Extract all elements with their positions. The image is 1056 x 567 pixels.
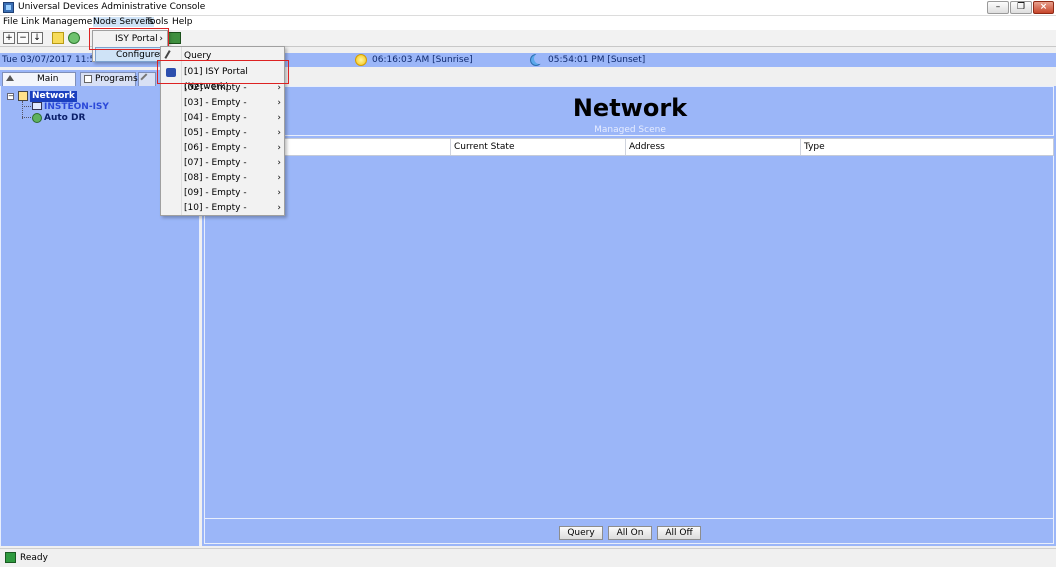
chevron-right-icon: › <box>277 173 281 183</box>
scene-header: Network Managed Scene <box>204 86 1054 136</box>
tab-programs[interactable]: Programs <box>80 72 138 86</box>
submenu-item-slot-10[interactable]: [10] - Empty - › <box>161 201 284 216</box>
house-icon <box>18 91 28 101</box>
menu-item-label: [10] - Empty - <box>184 203 247 213</box>
tree-line <box>22 106 31 107</box>
sunset-time: 05:54:01 PM [Sunset] <box>548 55 646 65</box>
close-button[interactable]: × <box>1033 1 1054 14</box>
table-header: Current State Address Type <box>204 138 1054 156</box>
sunrise-time: 06:16:03 AM [Sunrise] <box>372 55 473 65</box>
main-panel: Network Managed Scene Current State Addr… <box>202 86 1056 546</box>
collapse-icon[interactable]: − <box>17 32 29 44</box>
moon-icon <box>530 53 545 66</box>
tab-main-label: Main <box>37 74 59 84</box>
controller-icon <box>32 102 42 110</box>
chevron-right-icon: › <box>277 128 281 138</box>
page-title: Network <box>572 94 688 122</box>
home-icon <box>6 75 14 81</box>
app-icon <box>3 2 14 13</box>
menu-item-label: [09] - Empty - <box>184 188 247 198</box>
wrench-icon <box>140 73 152 85</box>
refresh-icon[interactable] <box>68 32 80 44</box>
expand-icon[interactable]: + <box>3 32 15 44</box>
menu-item-label: [04] - Empty - <box>184 113 247 123</box>
current-datetime: Tue 03/07/2017 11:57:2 <box>2 55 92 65</box>
all-on-button[interactable]: All On <box>608 526 652 540</box>
menu-file[interactable]: File <box>3 17 18 27</box>
submenu-item-slot-09[interactable]: [09] - Empty - › <box>161 186 284 201</box>
submenu-item-slot-03[interactable]: [03] - Empty - › <box>161 96 284 111</box>
tree-expander[interactable]: − <box>7 93 14 100</box>
table-body <box>204 156 1054 518</box>
chevron-right-icon: › <box>277 158 281 168</box>
chevron-right-icon: › <box>277 203 281 213</box>
menu-link-management[interactable]: Link Management <box>21 17 102 27</box>
chevron-right-icon: › <box>277 98 281 108</box>
device-icon[interactable] <box>167 32 181 44</box>
tree-line <box>22 117 31 118</box>
maximize-button[interactable]: ❐ <box>1010 1 1032 14</box>
tree-item-network[interactable]: Network <box>30 91 77 102</box>
query-button[interactable]: Query <box>559 526 603 540</box>
chevron-right-icon: › <box>277 188 281 198</box>
action-footer: Query All On All Off <box>204 518 1054 544</box>
status-text: Ready <box>20 553 48 563</box>
sun-icon <box>355 54 367 66</box>
all-off-button[interactable]: All Off <box>657 526 701 540</box>
submenu-item-slot-04[interactable]: [04] - Empty - › <box>161 111 284 126</box>
submenu-item-slot-06[interactable]: [06] - Empty - › <box>161 141 284 156</box>
tab-main[interactable]: Main <box>2 72 76 86</box>
menu-item-label: [06] - Empty - <box>184 143 247 153</box>
title-bar: Universal Devices Administrative Console… <box>0 0 1056 16</box>
column-type[interactable]: Type <box>800 139 1053 155</box>
menu-item-label: [03] - Empty - <box>184 98 247 108</box>
page-subtitle: Managed Scene <box>594 125 666 135</box>
menu-item-label: [07] - Empty - <box>184 158 247 168</box>
menu-item-label: Configure <box>116 50 160 60</box>
chevron-right-icon: › <box>277 143 281 153</box>
menu-node-servers[interactable]: Node Servers <box>93 17 154 27</box>
tab-programs-label: Programs <box>95 74 138 84</box>
highlight-box-isy-portal-network <box>157 60 289 84</box>
submenu-item-slot-05[interactable]: [05] - Empty - › <box>161 126 284 141</box>
programs-icon <box>84 75 92 83</box>
column-address[interactable]: Address <box>625 139 800 155</box>
auto-dr-icon <box>32 113 42 123</box>
column-current-state[interactable]: Current State <box>450 139 625 155</box>
minimize-button[interactable]: – <box>987 1 1009 14</box>
status-icon <box>5 552 16 563</box>
chevron-right-icon: › <box>277 113 281 123</box>
menu-item-label: [08] - Empty - <box>184 173 247 183</box>
menu-item-label: [05] - Empty - <box>184 128 247 138</box>
window-title: Universal Devices Administrative Console <box>18 2 206 12</box>
submenu-item-slot-08[interactable]: [08] - Empty - › <box>161 171 284 186</box>
submenu-item-slot-07[interactable]: [07] - Empty - › <box>161 156 284 171</box>
sort-icon[interactable]: ↓ <box>31 32 43 44</box>
folder-icon[interactable] <box>52 32 64 44</box>
menu-tools[interactable]: Tools <box>146 17 168 27</box>
highlight-box-isy-portal <box>89 28 169 50</box>
tree-item-auto-dr[interactable]: Auto DR <box>44 113 85 123</box>
status-bar: Ready <box>0 548 1056 567</box>
tab-more[interactable] <box>138 72 156 86</box>
tree-item-insteon-isy[interactable]: INSTEON-ISY <box>44 102 109 112</box>
menu-help[interactable]: Help <box>172 17 193 27</box>
